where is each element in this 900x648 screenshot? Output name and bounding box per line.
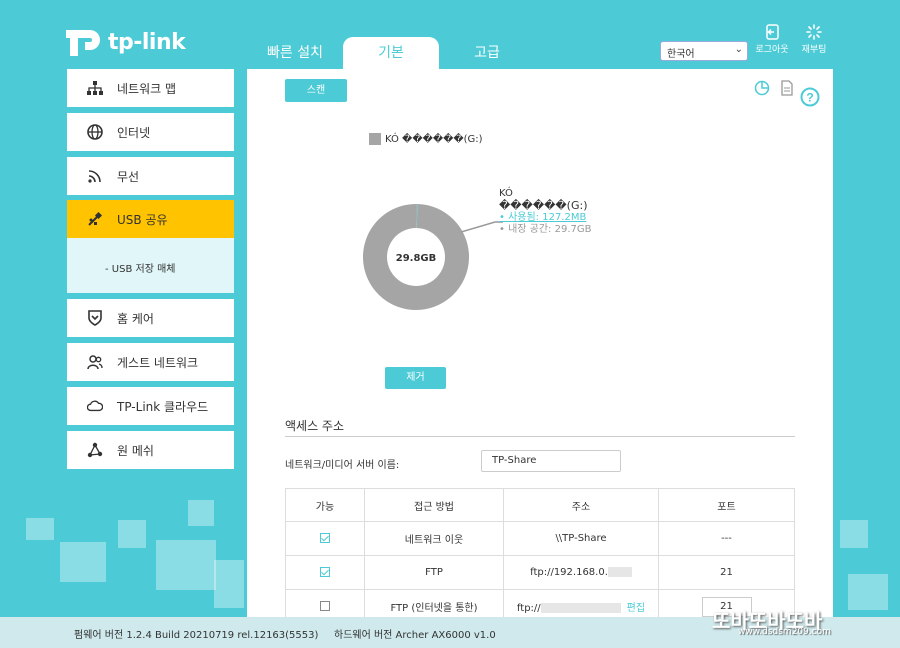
logout-icon: [766, 24, 779, 40]
sidebar-item-label: 홈 케어: [117, 311, 154, 326]
wifi-icon: [87, 168, 103, 184]
background-decoration: [188, 500, 214, 526]
shield-icon: [87, 310, 103, 326]
hardware-version: 하드웨어 버전 Archer AX6000 v1.0: [334, 630, 496, 641]
watermark-url: www.dsdsm209.com: [738, 627, 831, 637]
sidebar-item-label: 네트워크 맵: [117, 81, 177, 96]
access-table: 가능 접근 방법 주소 포트 네트워크 이웃 \\TP-Share --- FT…: [285, 488, 795, 624]
address-text: ftp://192.168.0.: [530, 567, 608, 578]
column-header: 접근 방법: [364, 488, 504, 522]
list-view-icon[interactable]: [780, 80, 794, 96]
legend-label: KÓ ������(G:): [385, 133, 483, 145]
language-select[interactable]: 한국어 ⌄: [660, 41, 748, 61]
address-cell: \\TP-Share: [503, 521, 659, 556]
device-name-line2: ������(G:): [499, 199, 588, 212]
globe-icon: [87, 124, 103, 140]
storage-info: KÓ ������(G:) • 사용됨: 127.2MB • 내장 공간: 29…: [499, 188, 591, 236]
sidebar-item-label: USB 공유: [117, 212, 168, 227]
chart-view-icon[interactable]: [754, 80, 770, 96]
top-nav-tabs: 빠른 설치 기본 고급: [247, 37, 535, 69]
sidebar-item-network-map[interactable]: 네트워크 맵: [67, 69, 234, 107]
reboot-icon: [806, 24, 822, 40]
sidebar-item-label: 게스트 네트워크: [117, 355, 199, 370]
sidebar-item-internet[interactable]: 인터넷: [67, 113, 234, 151]
sidebar-item-homecare[interactable]: 홈 케어: [67, 299, 234, 337]
logout-label: 로그아웃: [755, 45, 789, 55]
sidebar-item-label: TP-Link 클라우드: [117, 399, 209, 414]
reboot-label: 재부팅: [801, 45, 827, 55]
storage-donut-chart: 29.8GB: [363, 204, 469, 310]
sidebar-item-guest-network[interactable]: 게스트 네트워크: [67, 343, 234, 381]
logout-button[interactable]: 로그아웃: [752, 24, 792, 55]
tp-link-logo-icon: [66, 30, 100, 56]
redacted-block: [540, 603, 621, 613]
remove-button[interactable]: 제거: [385, 367, 446, 389]
background-decoration: [840, 520, 868, 548]
usb-icon: [87, 211, 103, 227]
used-space[interactable]: • 사용됨: 127.2MB: [499, 212, 591, 224]
background-decoration: [156, 540, 216, 590]
background-decoration: [118, 520, 146, 548]
mesh-icon: [87, 442, 103, 458]
tab-advanced[interactable]: 고급: [439, 37, 535, 69]
table-header-row: 가능 접근 방법 주소 포트: [285, 488, 795, 522]
divider: [285, 436, 795, 437]
access-address-title: 액세스 주소: [285, 419, 345, 433]
firmware-version: 펌웨어 버전 1.2.4 Build 20210719 rel.12163(55…: [74, 630, 319, 641]
background-decoration: [214, 560, 244, 608]
sidebar-item-label: 인터넷: [117, 125, 151, 140]
redacted-block: [607, 567, 632, 577]
main-panel: 스캔 ? KÓ ������(G:) 29.8GB KÓ ������(G:) …: [247, 69, 833, 624]
enable-checkbox[interactable]: [320, 567, 330, 577]
logo-text: tp-link: [108, 29, 186, 55]
donut-center-label: 29.8GB: [396, 253, 437, 264]
language-value: 한국어: [667, 49, 695, 60]
tab-quick-setup[interactable]: 빠른 설치: [247, 37, 343, 69]
cloud-icon: [87, 398, 103, 414]
tp-link-logo[interactable]: tp-link: [66, 26, 186, 58]
port-cell: ---: [658, 521, 795, 556]
edit-link[interactable]: 편집: [627, 603, 645, 614]
chart-legend: KÓ ������(G:): [369, 133, 483, 145]
help-icon[interactable]: ?: [800, 87, 820, 107]
port-cell: 21: [658, 555, 795, 590]
scan-button[interactable]: 스캔: [285, 79, 347, 102]
enable-checkbox[interactable]: [320, 533, 330, 543]
reboot-button[interactable]: 재부팅: [794, 24, 834, 55]
server-name-input[interactable]: TP-Share: [481, 450, 621, 472]
sidebar-item-label: 원 메쉬: [117, 443, 154, 458]
network-map-icon: [87, 80, 103, 96]
free-space: • 내장 공간: 29.7GB: [499, 224, 592, 235]
address-text: ftp://: [516, 603, 541, 614]
sidebar-item-tplink-cloud[interactable]: TP-Link 클라우드: [67, 387, 234, 425]
sidebar-subitem-usb-storage[interactable]: - USB 저장 매체: [67, 238, 234, 293]
column-header: 가능: [285, 488, 365, 522]
sidebar-item-usb-sharing[interactable]: USB 공유: [67, 200, 234, 238]
tab-basic[interactable]: 기본: [343, 37, 439, 69]
address-cell: ftp://192.168.0.: [503, 555, 659, 590]
legend-swatch: [369, 133, 381, 145]
svg-text:?: ?: [806, 91, 813, 105]
background-decoration: [60, 542, 106, 582]
sidebar-item-wireless[interactable]: 무선: [67, 157, 234, 195]
table-row: FTP ftp://192.168.0. 21: [285, 555, 795, 590]
method-cell: 네트워크 이웃: [364, 521, 504, 556]
sidebar-item-label: 무선: [117, 169, 140, 184]
column-header: 주소: [503, 488, 659, 522]
background-decoration: [848, 574, 888, 610]
chevron-down-icon: ⌄: [734, 44, 743, 55]
sidebar-item-onemesh[interactable]: 원 메쉬: [67, 431, 234, 469]
server-name-label: 네트워크/미디어 서버 이름:: [285, 460, 400, 471]
method-cell: FTP: [364, 555, 504, 590]
guests-icon: [87, 354, 103, 370]
background-decoration: [26, 518, 54, 540]
column-header: 포트: [658, 488, 795, 522]
enable-checkbox[interactable]: [320, 601, 330, 611]
table-row: 네트워크 이웃 \\TP-Share ---: [285, 521, 795, 556]
leader-line: [461, 221, 503, 233]
